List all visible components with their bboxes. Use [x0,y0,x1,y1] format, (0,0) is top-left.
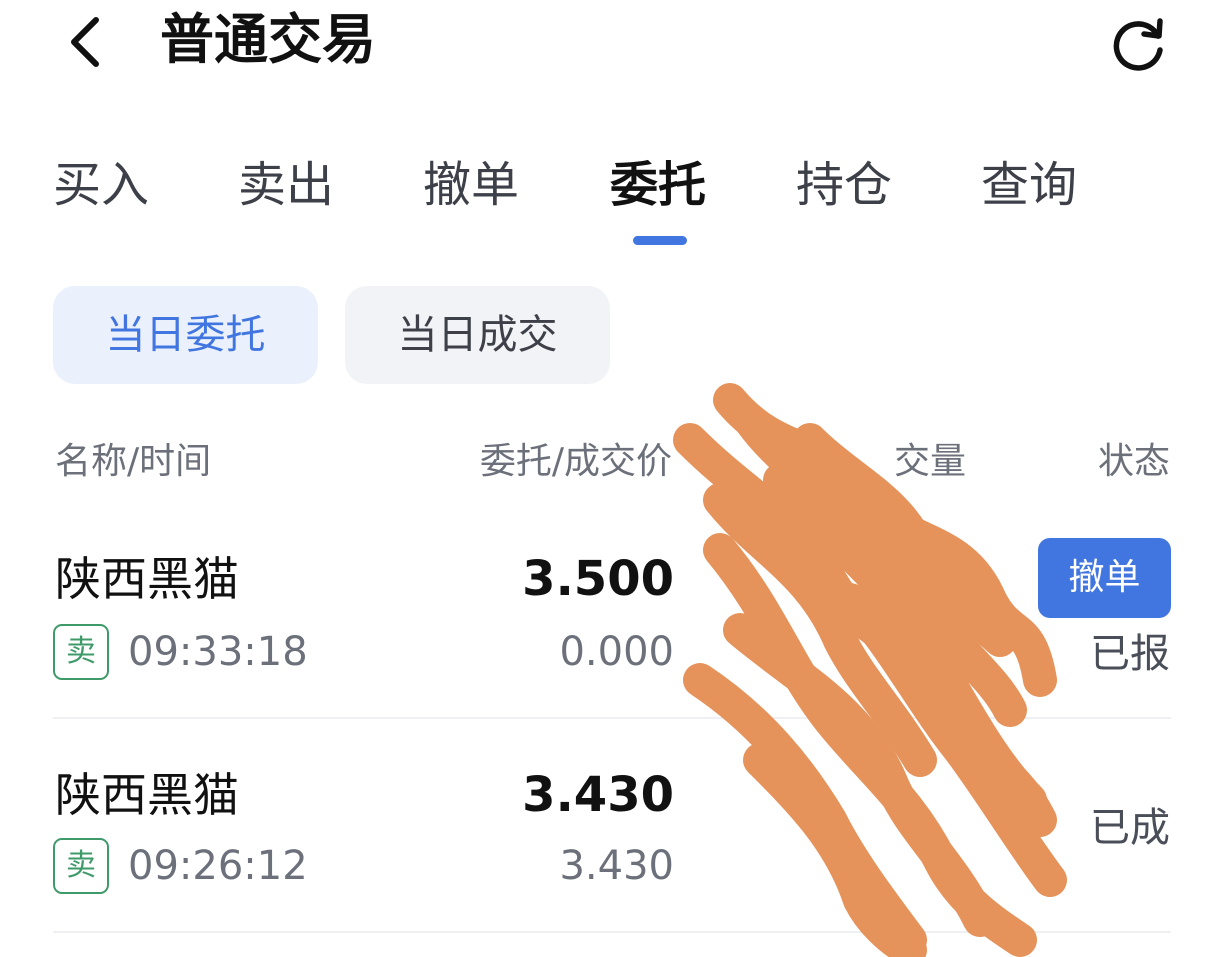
column-header-quantity: 交量 [893,441,966,482]
order-time: 09:26:12 [128,843,308,889]
order-status: 已报 [1090,631,1170,677]
tab-query[interactable]: 查询 [981,150,1077,220]
chevron-left-icon[interactable] [60,12,116,72]
stock-name: 陕西黑猫 [55,768,239,822]
page-title: 普通交易 [160,8,376,71]
cancel-order-button[interactable]: 撤单 [1038,538,1171,618]
tab-positions[interactable]: 持仓 [796,150,892,220]
order-time: 09:33:18 [128,629,308,675]
order-price: 3.430 [522,767,674,823]
fill-price: 3.430 [559,843,674,889]
stock-name: 陕西黑猫 [55,552,239,606]
row-divider [53,931,1171,933]
filter-today-trades[interactable]: 当日成交 [345,286,610,384]
tab-cancel[interactable]: 撤单 [423,150,519,220]
refresh-icon[interactable] [1108,14,1168,74]
order-status: 已成 [1090,805,1170,851]
fill-price: 0.000 [559,629,674,675]
order-price: 3.500 [522,551,674,607]
active-tab-indicator [633,236,687,245]
sell-badge: 卖 [53,838,109,894]
tab-sell[interactable]: 卖出 [238,150,334,220]
sell-badge: 卖 [53,624,109,680]
tab-buy[interactable]: 买入 [53,150,149,220]
column-header-price: 委托/成交价 [479,441,672,482]
row-divider [53,717,1171,719]
column-header-status: 状态 [1097,441,1170,482]
column-header-name-time: 名称/时间 [55,441,212,482]
tab-orders[interactable]: 委托 [610,150,706,220]
filter-today-orders[interactable]: 当日委托 [53,286,318,384]
